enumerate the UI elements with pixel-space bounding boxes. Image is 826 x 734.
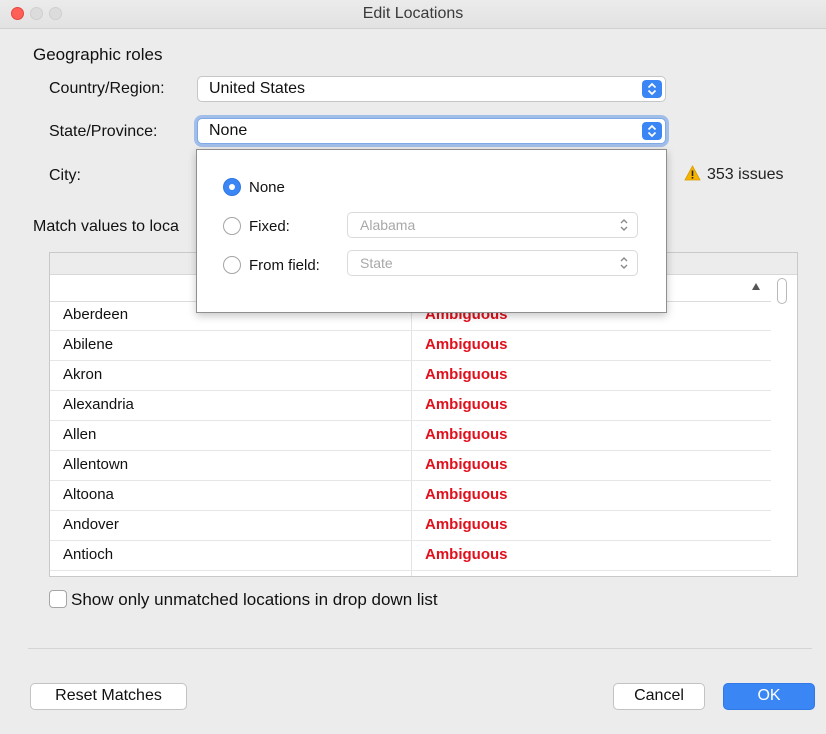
state-province-label: State/Province:	[49, 123, 158, 140]
chevron-updown-icon	[620, 219, 628, 231]
option-fixed[interactable]: Fixed:	[223, 217, 290, 235]
option-from-field[interactable]: From field:	[223, 256, 320, 274]
show-unmatched-label: Show only unmatched locations in drop do…	[71, 590, 438, 609]
none-radio[interactable]	[223, 178, 241, 196]
state-province-popover: None Fixed: Alabama From field: State	[196, 149, 667, 313]
table-row[interactable]: Alexandria Ambiguous	[50, 391, 771, 421]
table-row[interactable]: Akron Ambiguous	[50, 361, 771, 391]
table-row[interactable]: Antioch Ambiguous	[50, 541, 771, 571]
state-province-value: None	[209, 122, 248, 139]
chevron-updown-icon	[620, 257, 628, 269]
match-status[interactable]: Ambiguous	[425, 456, 508, 473]
table-rows: Aberdeen Ambiguous Abilene Ambiguous Akron Am…	[50, 301, 771, 577]
state-province-select[interactable]: None	[197, 118, 666, 144]
fixed-state-select: Alabama	[347, 212, 638, 238]
geographic-roles-heading: Geographic roles	[33, 45, 163, 64]
match-status[interactable]: Ambiguous	[425, 396, 508, 413]
option-none[interactable]: None	[223, 178, 285, 196]
table-scrollbar[interactable]	[777, 275, 788, 575]
reset-matches-button[interactable]: Reset Matches	[30, 683, 187, 710]
table-row[interactable]: Altoona Ambiguous	[50, 481, 771, 511]
match-status[interactable]: Ambiguous	[425, 516, 508, 533]
location-name: Altoona	[63, 486, 114, 503]
show-unmatched-checkbox[interactable]	[49, 590, 67, 608]
footer-divider	[28, 648, 812, 649]
location-name: Antioch	[63, 546, 114, 563]
table-row[interactable]: Abilene Ambiguous	[50, 331, 771, 361]
table-row[interactable]: Allen Ambiguous	[50, 421, 771, 451]
fixed-state-value: Alabama	[360, 217, 416, 233]
warning-icon	[684, 165, 701, 181]
match-values-heading: Match values to loca	[33, 218, 179, 235]
location-name: Andover	[63, 516, 119, 533]
location-name: Allentown	[63, 456, 129, 473]
match-status[interactable]: Ambiguous	[425, 366, 508, 383]
popup-stepper-icon	[642, 122, 662, 140]
location-name: Appleton	[63, 576, 122, 577]
sort-ascending-icon[interactable]	[751, 282, 761, 291]
location-name: Abilene	[63, 336, 114, 353]
from-field-radio[interactable]	[223, 256, 241, 274]
from-field-value: State	[360, 255, 393, 271]
match-status[interactable]: Ambiguous	[425, 546, 508, 563]
popup-stepper-icon	[642, 80, 662, 98]
table-row[interactable]: Allentown Ambiguous	[50, 451, 771, 481]
location-name: Allen	[63, 426, 97, 443]
table-row[interactable]: Andover Ambiguous	[50, 511, 771, 541]
location-name: Akron	[63, 366, 103, 383]
match-status[interactable]: Ambiguous	[425, 426, 508, 443]
cancel-button[interactable]: Cancel	[613, 683, 705, 710]
issues-indicator[interactable]: 353 issues	[684, 165, 784, 184]
match-status[interactable]: Ambiguous	[425, 486, 508, 503]
show-unmatched-option[interactable]: Show only unmatched locations in drop do…	[49, 590, 438, 610]
table-row[interactable]: Appleton Ambiguous	[50, 571, 771, 577]
fixed-radio[interactable]	[223, 217, 241, 235]
from-field-label: From field:	[249, 257, 320, 274]
from-field-select: State	[347, 250, 638, 276]
scrollbar-thumb[interactable]	[777, 278, 787, 304]
match-status[interactable]: Ambiguous	[425, 576, 508, 577]
issues-count: 353 issues	[707, 166, 784, 183]
location-name: Alexandria	[63, 396, 134, 413]
ok-button[interactable]: OK	[723, 683, 815, 710]
country-region-select[interactable]: United States	[197, 76, 666, 102]
country-region-label: Country/Region:	[49, 80, 165, 97]
match-status[interactable]: Ambiguous	[425, 336, 508, 353]
window-titlebar: Edit Locations	[0, 0, 826, 29]
city-label: City:	[49, 167, 81, 184]
location-name: Aberdeen	[63, 306, 129, 323]
none-label: None	[249, 179, 285, 196]
fixed-label: Fixed:	[249, 218, 290, 235]
country-region-value: United States	[209, 80, 306, 97]
window-title: Edit Locations	[362, 5, 464, 22]
